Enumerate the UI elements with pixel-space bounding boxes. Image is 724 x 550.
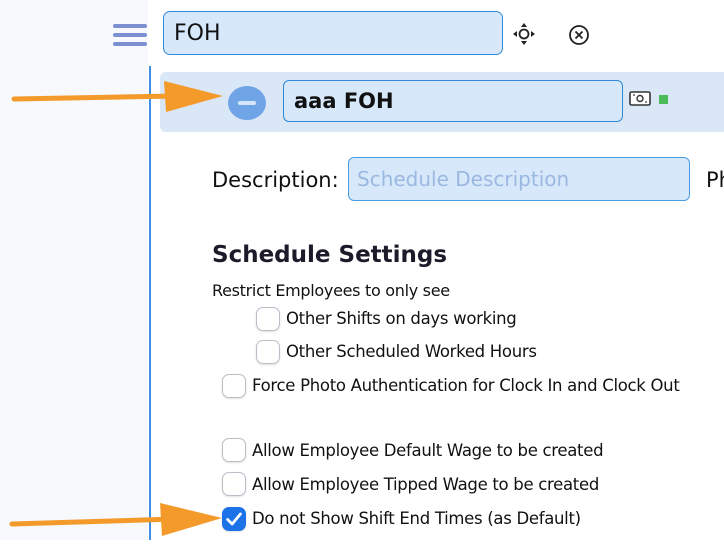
option-label: Other Shifts on days working [286,309,517,328]
close-circle-icon[interactable] [568,24,590,46]
status-indicator [659,95,668,104]
money-icon[interactable] [629,91,651,106]
other-shifts-checkbox[interactable] [256,307,280,331]
option-label: Force Photo Authentication for Clock In … [252,376,680,395]
force-photo-auth-checkbox[interactable] [222,374,246,398]
group-tree-line [149,66,151,540]
schedule-name-field[interactable]: aaa FOH [283,80,623,122]
next-field-label: Ph [706,168,724,192]
option-label: Allow Employee Default Wage to be create… [252,441,604,460]
restrict-employees-label: Restrict Employees to only see [212,281,450,300]
option-label: Other Scheduled Worked Hours [286,342,537,361]
hamburger-menu-icon[interactable] [113,24,147,46]
option-label: Do not Show Shift End Times (as Default) [252,509,581,528]
annotation-arrow-icon [11,81,223,112]
description-input[interactable] [348,157,690,201]
description-label: Description: [212,168,339,192]
collapse-button[interactable] [228,86,266,120]
other-scheduled-hours-checkbox[interactable] [256,340,280,364]
allow-default-wage-checkbox[interactable] [222,438,246,462]
annotation-arrow-icon [9,503,222,536]
schedule-settings-title: Schedule Settings [212,242,448,268]
option-label: Allow Employee Tipped Wage to be created [252,475,599,494]
group-name-field[interactable]: FOH [163,11,503,55]
move-icon[interactable] [512,22,536,46]
